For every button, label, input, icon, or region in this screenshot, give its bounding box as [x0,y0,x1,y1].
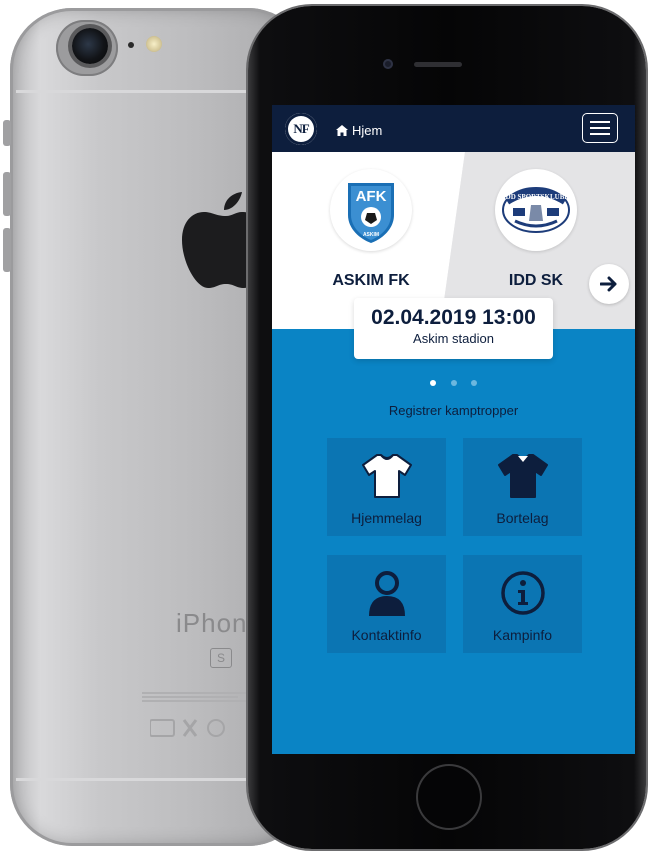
match-date-card: 02.04.2019 13:00 Askim stadion [354,298,553,359]
tile-label: Kampinfo [492,627,553,643]
askim-fk-crest-icon: AFK ASKIM [348,183,394,243]
regulatory-fine-print [142,690,262,704]
away-team-name: IDD SK [508,272,564,289]
person-icon [368,570,405,616]
tile-label: Kontaktinfo [351,627,422,643]
home-team-logo[interactable]: AFK ASKIM [330,169,412,251]
rear-camera-lens-icon [72,28,108,64]
volume-up-button [3,172,11,216]
home-icon [336,124,348,136]
app-screen: NF Hjem AFK ASKIM ASKIM FK IDD SPORTSKLU… [272,105,635,754]
certification-marks-icon [150,719,225,737]
front-camera-icon [383,59,393,69]
hamburger-menu-icon[interactable] [582,113,618,143]
home-jersey-icon [361,453,412,498]
match-datetime: 02.04.2019 13:00 [371,306,536,329]
carousel-dot[interactable] [430,380,437,386]
arrow-right-icon [600,276,617,292]
home-crest-subtext: ASKIM [363,232,379,238]
mute-switch [3,120,11,146]
logo-text: NF [293,121,309,136]
away-crest-text: IDD SPORTSKLUBB [503,193,569,201]
tile-label: Hjemmelag [351,510,422,526]
home-nav-link[interactable]: Hjem [336,121,382,139]
away-team-tile[interactable]: Bortelag [463,438,582,536]
rear-mic-icon [128,42,134,48]
idd-sk-crest-icon: IDD SPORTSKLUBB [502,187,570,233]
volume-down-button [3,228,11,272]
match-info-tile[interactable]: Kampinfo [463,555,582,653]
away-jersey-icon [497,453,548,498]
carousel-dots [272,373,635,391]
away-team-logo[interactable]: IDD SPORTSKLUBB [495,169,577,251]
contact-info-tile[interactable]: Kontaktinfo [327,555,446,653]
tile-label: Bortelag [496,510,549,526]
next-match-button[interactable] [589,264,629,304]
flash-icon [146,36,162,52]
home-link-label: Hjem [352,122,383,138]
top-navbar: NF Hjem [272,105,635,152]
federation-logo[interactable]: NF [285,113,317,145]
info-icon [500,570,545,615]
earpiece-speaker [414,62,462,67]
home-team-name: ASKIM FK [332,272,410,289]
home-crest-text: AFK [356,188,387,205]
section-title: Registrer kamptropper [388,403,519,418]
model-s-badge: S [210,648,232,668]
carousel-dot[interactable] [450,380,457,386]
carousel-dot[interactable] [470,380,477,386]
match-venue: Askim stadion [413,331,494,346]
home-team-tile[interactable]: Hjemmelag [327,438,446,536]
home-hardware-button[interactable] [418,766,480,828]
